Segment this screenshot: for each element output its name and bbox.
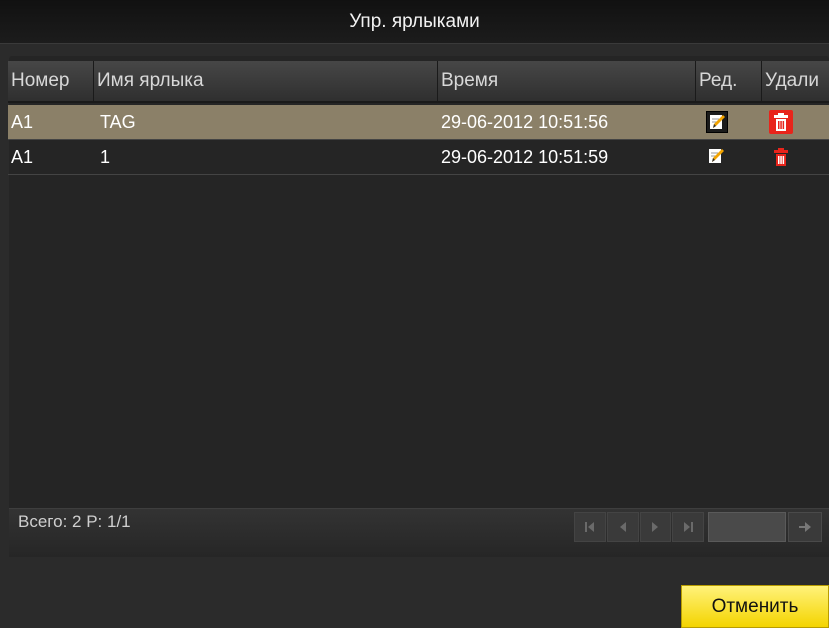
- row-tag-name: 1: [100, 147, 111, 167]
- prev-page-button[interactable]: [606, 512, 639, 542]
- delete-button[interactable]: [769, 110, 793, 134]
- edit-button[interactable]: [706, 111, 728, 133]
- row-time: 29-06-2012 10:51:59: [441, 147, 609, 167]
- trash-icon: [774, 148, 788, 166]
- first-page-icon: [584, 522, 594, 532]
- column-header-edit[interactable]: Ред.: [696, 61, 762, 101]
- column-header-tag-name[interactable]: Имя ярлыка: [94, 61, 438, 101]
- last-page-icon: [684, 522, 694, 532]
- go-to-page-button[interactable]: [788, 512, 822, 542]
- total-count: Всего: 2 P: 1/1: [18, 512, 131, 531]
- next-page-icon: [652, 522, 659, 532]
- column-header-delete[interactable]: Удали: [762, 61, 829, 101]
- prev-page-icon: [619, 522, 626, 532]
- table-header: Номер Имя ярлыка Время Ред. Удали: [8, 61, 829, 103]
- edit-pencil-icon: [710, 115, 725, 129]
- column-header-time[interactable]: Время: [438, 61, 696, 101]
- table-row[interactable]: A1 TAG 29-06-2012 10:51:56: [8, 105, 829, 140]
- delete-button[interactable]: [769, 145, 793, 169]
- edit-pencil-icon: [709, 149, 724, 163]
- edit-button[interactable]: [706, 146, 728, 168]
- row-tag-name: TAG: [100, 112, 136, 132]
- row-number: A1: [11, 112, 34, 132]
- column-header-number[interactable]: Номер: [8, 61, 94, 101]
- page-number-input[interactable]: [708, 512, 786, 542]
- window-title: Упр. ярлыками: [0, 0, 829, 44]
- table-footer: [9, 508, 829, 557]
- row-number: A1: [11, 147, 34, 167]
- last-page-button[interactable]: [672, 512, 704, 542]
- next-page-button[interactable]: [639, 512, 672, 542]
- cancel-button[interactable]: Отменить: [681, 585, 829, 628]
- pagination-controls: [574, 512, 704, 542]
- trash-icon: [774, 113, 788, 131]
- arrow-right-icon: [799, 522, 811, 532]
- table-row[interactable]: A1 1 29-06-2012 10:51:59: [8, 140, 829, 175]
- first-page-button[interactable]: [574, 512, 606, 542]
- row-time: 29-06-2012 10:51:56: [441, 112, 609, 132]
